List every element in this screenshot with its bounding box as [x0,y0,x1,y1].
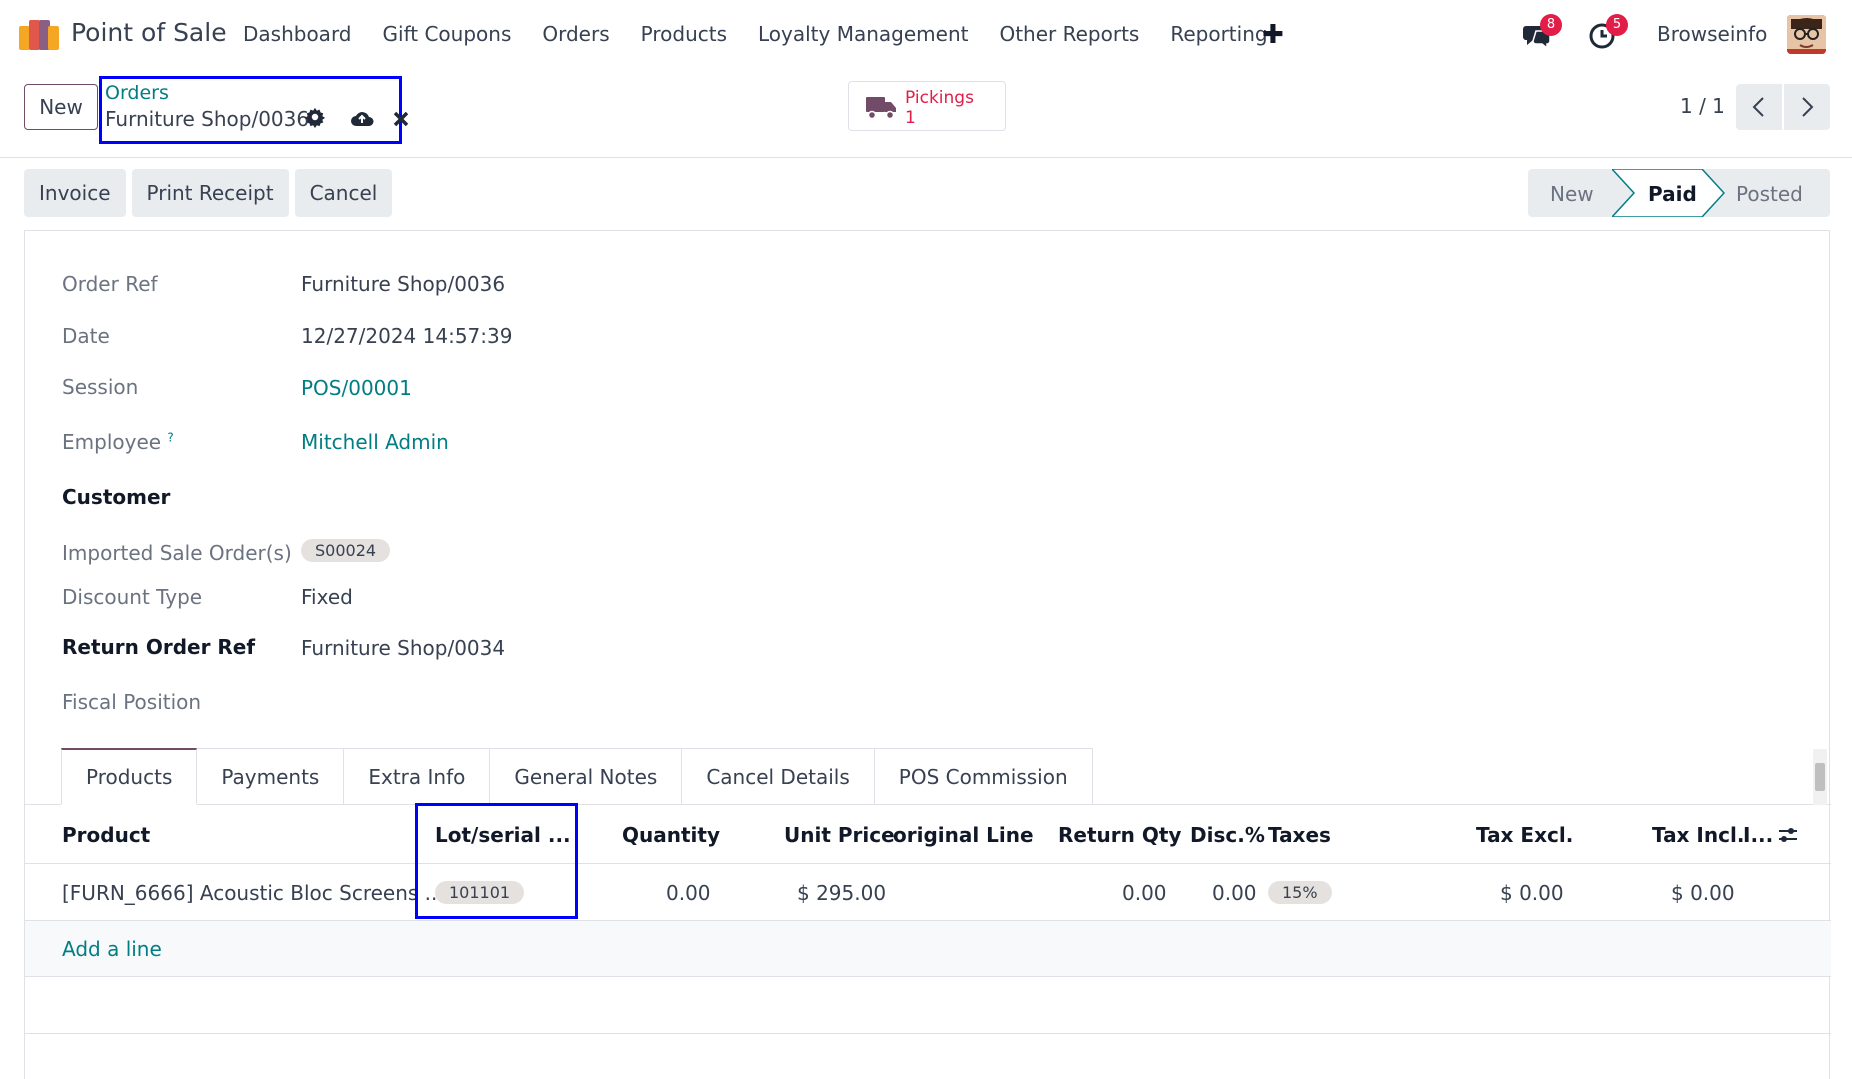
header-divider [25,863,1831,864]
col-original-line[interactable]: original Line [893,823,1034,847]
order-ref-value: Furniture Shop/0036 [301,272,506,296]
tab-payments[interactable]: Payments [197,748,345,805]
cloud-upload-icon[interactable] [350,108,374,128]
row-tax-tag[interactable]: 15% [1268,881,1332,904]
lot-column-highlight [415,803,578,919]
col-tax-incl[interactable]: Tax Incl. [1652,823,1744,847]
customer-label: Customer [62,485,171,509]
status-posted[interactable]: Posted [1736,182,1803,206]
employee-help-icon[interactable]: ? [167,430,173,444]
row-tax-excl: $ 0.00 [1500,881,1564,905]
pos-app-logo-icon[interactable] [19,18,59,50]
discard-icon[interactable] [393,108,409,128]
tabs-scrollbar-thumb[interactable] [1815,763,1825,791]
company-switcher[interactable]: Browseinfo [1657,22,1767,46]
tab-pos-commission[interactable]: POS Commission [874,748,1093,805]
fiscal-position-field[interactable] [301,685,701,721]
sale-order-tag[interactable]: S00024 [301,539,391,562]
tab-cancel-details[interactable]: Cancel Details [682,748,875,805]
column-settings-icon[interactable] [1777,824,1799,846]
col-tax-excl[interactable]: Tax Excl. [1476,823,1573,847]
chevron-left-icon [1752,97,1764,117]
print-receipt-button[interactable]: Print Receipt [131,169,289,217]
form-action-buttons: Invoice Print Receipt Cancel [24,169,393,217]
pager-previous-button[interactable] [1736,84,1782,130]
session-label: Session [62,375,139,399]
user-avatar[interactable] [1787,15,1826,54]
footer-divider [25,1033,1831,1034]
col-product[interactable]: Product [62,823,150,847]
control-panel: New Orders Furniture Shop/0036 Pickings … [0,70,1852,158]
activities-badge: 5 [1606,14,1628,36]
row-tax-incl: $ 0.00 [1671,881,1735,905]
row-return-qty[interactable]: 0.00 [1122,881,1167,905]
col-disc[interactable]: Disc.% [1190,823,1265,847]
gear-icon[interactable] [304,106,326,128]
messages-button[interactable]: 8 [1522,14,1562,50]
notebook-tabs: Products Payments Extra Info General Not… [61,748,1093,805]
menu-reporting[interactable]: Reporting [1170,22,1267,46]
customer-field[interactable] [301,479,701,515]
date-label: Date [62,324,110,348]
add-line-divider [25,976,1831,977]
row-quantity[interactable]: 0.00 [666,881,711,905]
breadcrumb-orders[interactable]: Orders [105,82,169,104]
tab-products[interactable]: Products [61,748,198,805]
menu-gift-coupons[interactable]: Gift Coupons [383,22,512,46]
user-avatar-icon [1787,15,1826,54]
return-order-ref-label: Return Order Ref [62,635,256,659]
row-product[interactable]: [FURN_6666] Acoustic Bloc Screens ... [62,881,444,905]
col-return-qty[interactable]: Return Qty [1058,823,1181,847]
menu-loyalty-management[interactable]: Loyalty Management [758,22,968,46]
new-record-button[interactable]: New [24,84,98,130]
session-link[interactable]: POS/00001 [301,376,412,400]
status-paid[interactable]: Paid [1648,182,1697,206]
menu-other-reports[interactable]: Other Reports [999,22,1139,46]
pager-next-button[interactable] [1784,84,1830,130]
truck-icon [866,97,896,120]
messages-badge: 8 [1540,14,1562,36]
status-bar: New Paid Posted [1528,169,1830,217]
col-quantity[interactable]: Quantity [622,823,720,847]
return-order-ref-value: Furniture Shop/0034 [301,636,506,660]
menu-dashboard[interactable]: Dashboard [243,22,352,46]
chevron-right-icon [1802,97,1814,117]
status-new[interactable]: New [1550,182,1594,206]
date-value: 12/27/2024 14:57:39 [301,324,513,348]
col-extra[interactable]: I... [1743,823,1773,847]
cancel-button[interactable]: Cancel [294,169,393,217]
app-name[interactable]: Point of Sale [71,18,227,47]
employee-label-text: Employee [62,430,162,454]
activities-button[interactable]: 5 [1588,14,1628,50]
breadcrumb-current: Furniture Shop/0036 [105,107,310,131]
imported-sale-orders-label: Imported Sale Order(s) [62,541,292,565]
pager-value[interactable]: 1 / 1 [1680,94,1725,118]
add-line-link[interactable]: Add a line [62,937,162,961]
form-sheet: Order Ref Furniture Shop/0036 Date 12/27… [24,230,1831,1079]
discount-type-label: Discount Type [62,585,203,609]
col-taxes[interactable]: Taxes [1268,823,1331,847]
plus-icon[interactable]: ✚ [1262,20,1284,50]
tab-extra-info[interactable]: Extra Info [344,748,491,805]
employee-link[interactable]: Mitchell Admin [301,430,449,454]
tab-general-notes[interactable]: General Notes [490,748,683,805]
add-line-row [25,921,1831,976]
menu-orders[interactable]: Orders [542,22,609,46]
top-navbar: Point of Sale Dashboard Gift Coupons Ord… [0,0,1852,70]
row-disc[interactable]: 0.00 [1212,881,1257,905]
invoice-button[interactable]: Invoice [24,169,126,217]
discount-type-value: Fixed [301,585,353,609]
menu-products[interactable]: Products [641,22,727,46]
main-menu: Dashboard Gift Coupons Orders Products L… [243,22,1268,46]
row-unit-price[interactable]: $ 295.00 [797,881,886,905]
order-ref-label: Order Ref [62,272,158,296]
pickings-count: 1 [905,108,916,128]
employee-label: Employee ? [62,430,174,454]
col-unit-price[interactable]: Unit Price [784,823,895,847]
tabs-scrollbar[interactable] [1813,749,1827,805]
pickings-label: Pickings [905,88,974,108]
fiscal-position-label: Fiscal Position [62,690,202,714]
pickings-smart-button[interactable]: Pickings 1 [848,81,1006,131]
